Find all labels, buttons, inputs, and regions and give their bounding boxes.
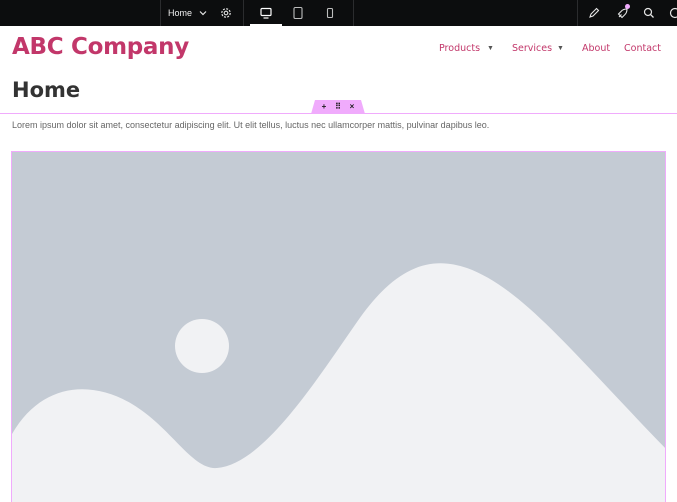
- toolbar-divider: [243, 0, 244, 26]
- search-icon[interactable]: [641, 5, 657, 21]
- mobile-icon[interactable]: [322, 5, 338, 21]
- image-placeholder[interactable]: [11, 151, 666, 502]
- delete-section-button[interactable]: ×: [346, 101, 358, 113]
- nav-item-about[interactable]: About: [582, 43, 610, 57]
- toolbar-divider: [160, 0, 161, 26]
- nav-item-contact[interactable]: Contact: [624, 43, 661, 57]
- page-selector[interactable]: Home: [168, 0, 208, 26]
- notification-dot: [625, 4, 630, 9]
- page-name: Home: [168, 8, 193, 18]
- help-icon[interactable]: [667, 5, 677, 21]
- move-section-handle[interactable]: ⠿: [332, 101, 344, 113]
- nav-item-services[interactable]: Services: [512, 43, 552, 57]
- nav-item-products[interactable]: Products: [439, 43, 480, 57]
- add-section-button[interactable]: +: [318, 101, 330, 113]
- nav-products-caret[interactable]: ▼: [487, 45, 494, 52]
- site-logo[interactable]: ABC Company: [12, 34, 189, 60]
- editor-toolbar: Home: [0, 0, 677, 26]
- toolbar-divider: [353, 0, 354, 26]
- intro-paragraph: Lorem ipsum dolor sit amet, consectetur …: [12, 120, 490, 130]
- placeholder-image-icon: [12, 152, 665, 502]
- chevron-down-icon: [199, 11, 207, 16]
- page-title: Home: [12, 78, 81, 102]
- toolbar-divider: [577, 0, 578, 26]
- desktop-icon[interactable]: [258, 5, 274, 21]
- gear-icon[interactable]: [218, 5, 234, 21]
- edit-icon[interactable]: [586, 5, 602, 21]
- section-handle[interactable]: + ⠿ ×: [311, 100, 365, 114]
- tablet-icon[interactable]: [290, 5, 306, 21]
- nav-services-caret[interactable]: ▼: [557, 45, 564, 52]
